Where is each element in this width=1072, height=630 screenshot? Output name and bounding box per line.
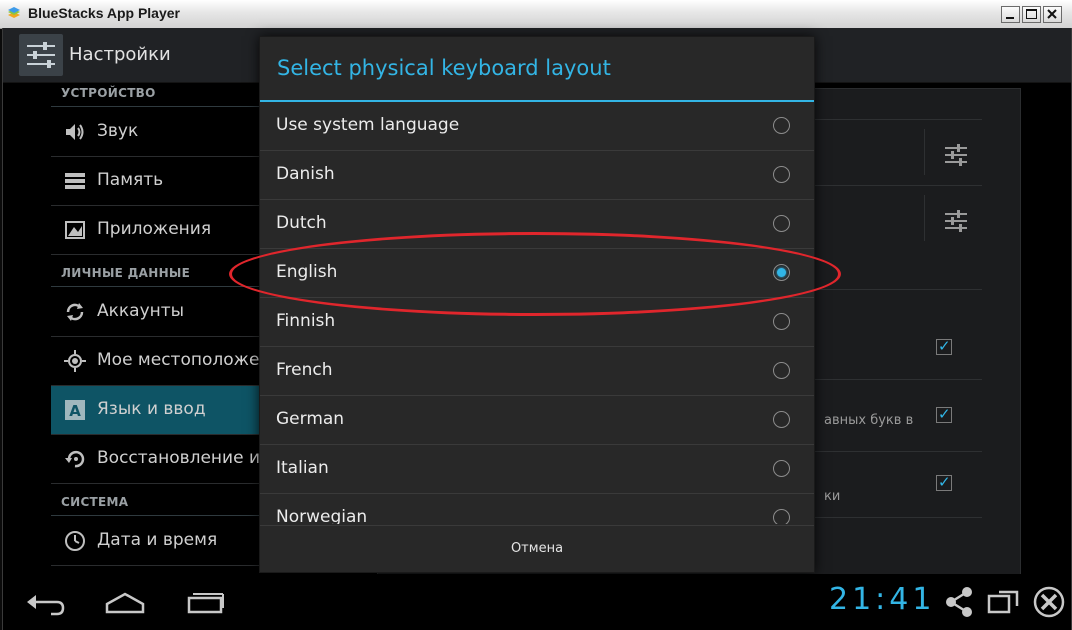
screen-mode-icon[interactable] bbox=[987, 584, 1023, 620]
sidebar-item-label: Мое местоположен bbox=[97, 350, 271, 370]
share-icon[interactable] bbox=[941, 584, 977, 620]
option-label: Finnish bbox=[276, 311, 336, 331]
sidebar-item-label: Дата и время bbox=[97, 530, 218, 550]
section-header-system: СИСТЕМА bbox=[61, 495, 129, 509]
section-header-device: УСТРОЙСТВО bbox=[61, 86, 156, 100]
divider bbox=[924, 195, 925, 241]
option-label: Italian bbox=[276, 458, 329, 478]
svg-text:A: A bbox=[69, 402, 81, 420]
radio-button[interactable] bbox=[773, 460, 790, 477]
option-norwegian[interactable]: Norwegian bbox=[260, 494, 814, 524]
radio-dot-icon bbox=[777, 268, 786, 277]
radio-button-selected[interactable] bbox=[773, 264, 790, 281]
minimize-icon bbox=[1006, 17, 1014, 19]
window-titlebar[interactable]: BlueStacks App Player bbox=[0, 0, 1072, 29]
divider bbox=[814, 379, 982, 380]
check-icon: ✓ bbox=[938, 473, 951, 491]
window-close-button[interactable] bbox=[1043, 6, 1062, 23]
option-english[interactable]: English bbox=[260, 249, 814, 298]
setting-summary-text: ки bbox=[824, 489, 841, 504]
close-icon bbox=[1047, 9, 1057, 19]
checkbox[interactable]: ✓ bbox=[936, 405, 952, 423]
home-icon[interactable] bbox=[103, 584, 147, 620]
clock-icon bbox=[65, 531, 85, 551]
divider bbox=[924, 129, 925, 175]
radio-button[interactable] bbox=[773, 313, 790, 330]
maximize-button[interactable] bbox=[1022, 6, 1041, 23]
tune-icon[interactable] bbox=[944, 209, 968, 233]
option-label: Dutch bbox=[276, 213, 327, 233]
recent-apps-icon[interactable] bbox=[183, 584, 227, 620]
cancel-button[interactable]: Отмена bbox=[260, 526, 814, 573]
sidebar-item-label: Восстановление и с bbox=[97, 448, 275, 468]
settings-icon[interactable] bbox=[19, 34, 63, 76]
dialog-title: Select physical keyboard layout bbox=[277, 56, 611, 80]
divider bbox=[814, 517, 982, 518]
minimize-button[interactable] bbox=[1001, 6, 1020, 23]
system-navigation-bar: 21:41 bbox=[3, 574, 1071, 630]
option-french[interactable]: French bbox=[260, 347, 814, 396]
apps-icon bbox=[65, 221, 85, 239]
maximize-icon bbox=[1026, 9, 1037, 19]
backup-icon bbox=[65, 450, 85, 468]
option-finnish[interactable]: Finnish bbox=[260, 298, 814, 347]
divider bbox=[814, 119, 982, 120]
back-icon[interactable] bbox=[23, 584, 67, 620]
checkbox[interactable]: ✓ bbox=[936, 337, 952, 355]
page-title: Настройки bbox=[69, 44, 171, 65]
sidebar-item-label: Память bbox=[97, 170, 164, 190]
section-header-personal: ЛИЧНЫЕ ДАННЫЕ bbox=[61, 266, 191, 280]
option-label: German bbox=[276, 409, 345, 429]
radio-button[interactable] bbox=[773, 166, 790, 183]
sidebar-item-label: Язык и ввод bbox=[97, 399, 206, 419]
option-label: Use system language bbox=[276, 115, 460, 135]
checkbox[interactable]: ✓ bbox=[936, 473, 952, 491]
sidebar-item-label: Аккаунты bbox=[97, 301, 185, 321]
radio-button[interactable] bbox=[773, 362, 790, 379]
keyboard-layout-dialog: Select physical keyboard layout Use syst… bbox=[259, 36, 815, 573]
android-screen: Настройки УСТРОЙСТВО Звук Память Приложе… bbox=[2, 28, 1072, 630]
radio-button[interactable] bbox=[773, 509, 790, 524]
divider bbox=[814, 451, 982, 452]
bluestacks-icon bbox=[8, 7, 20, 18]
storage-icon bbox=[65, 173, 85, 189]
language-icon: A bbox=[65, 400, 85, 420]
sidebar-item-label: Звук bbox=[97, 121, 139, 141]
option-danish[interactable]: Danish bbox=[260, 151, 814, 200]
option-label: Norwegian bbox=[276, 507, 368, 524]
check-icon: ✓ bbox=[938, 405, 951, 423]
option-label: Danish bbox=[276, 164, 335, 184]
option-use-system-language[interactable]: Use system language bbox=[260, 102, 814, 151]
divider bbox=[814, 185, 982, 186]
speaker-icon bbox=[66, 124, 84, 140]
check-icon: ✓ bbox=[938, 337, 951, 355]
option-dutch[interactable]: Dutch bbox=[260, 200, 814, 249]
option-label: English bbox=[276, 262, 338, 282]
dialog-button-bar: Отмена bbox=[260, 525, 814, 573]
radio-button[interactable] bbox=[773, 117, 790, 134]
sync-icon bbox=[66, 303, 84, 321]
option-german[interactable]: German bbox=[260, 396, 814, 445]
radio-button[interactable] bbox=[773, 215, 790, 232]
tune-icon[interactable] bbox=[944, 143, 968, 167]
layout-options-list[interactable]: Use system language Danish Dutch English… bbox=[260, 102, 814, 524]
status-clock: 21:41 bbox=[829, 582, 936, 617]
window-title: BlueStacks App Player bbox=[28, 5, 180, 21]
option-label: French bbox=[276, 360, 333, 380]
option-italian[interactable]: Italian bbox=[260, 445, 814, 494]
location-icon bbox=[64, 350, 86, 372]
sidebar-item-label: Приложения bbox=[97, 219, 212, 239]
exit-icon[interactable] bbox=[1031, 584, 1067, 620]
divider bbox=[814, 289, 982, 290]
setting-summary-text: авных букв в bbox=[824, 413, 914, 428]
radio-button[interactable] bbox=[773, 411, 790, 428]
